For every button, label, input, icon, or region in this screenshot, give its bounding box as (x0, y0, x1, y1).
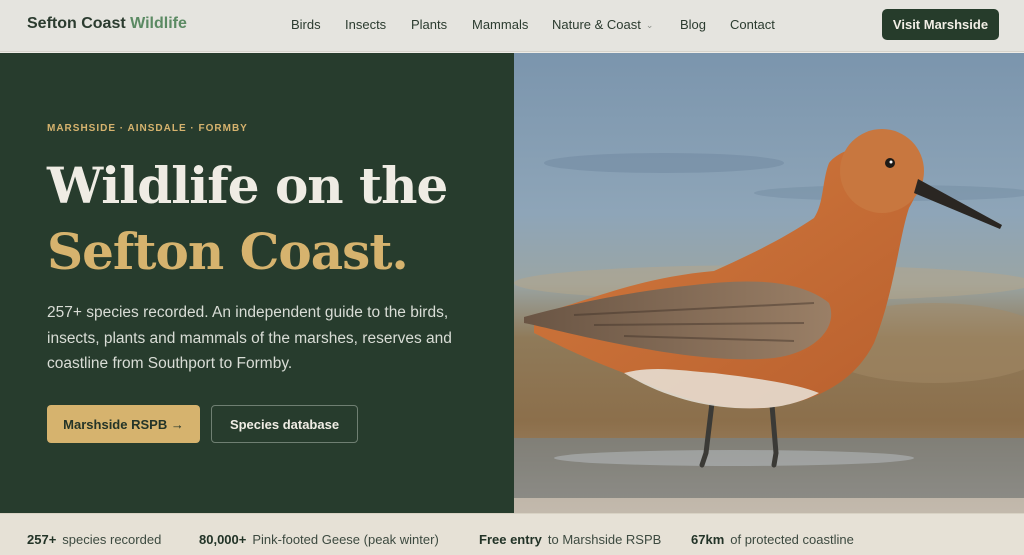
stat-label: species recorded (62, 532, 162, 547)
stat-value: 257+ (27, 532, 57, 547)
nav-birds[interactable]: Birds (291, 17, 321, 32)
stats-bar: 257+ species recorded 80,000+ Pink-footed … (0, 513, 1024, 555)
marshside-rspb-button[interactable]: Marshside RSPB → (47, 405, 200, 443)
headline-line-1: Wildlife on the (47, 156, 448, 215)
stat-label: to Marshside RSPB (547, 532, 662, 547)
stat-value: 80,000+ (199, 532, 247, 547)
nav-nature-coast-label: Nature & Coast (552, 17, 641, 32)
stat-value: Free entry (479, 532, 542, 547)
site-header: Sefton Coast Wildlife Birds Insects Plan… (0, 0, 1024, 52)
visit-marshside-button[interactable]: Visit Marshside (882, 9, 999, 40)
stat-coastline: 67km of protected coastline (691, 532, 854, 547)
chevron-down-icon: ⌄ (645, 20, 654, 30)
hero-image (514, 53, 1024, 513)
nav-nature-coast[interactable]: Nature & Coast ⌄ (552, 17, 653, 32)
knot-bird-photo (514, 53, 1024, 513)
nav-blog[interactable]: Blog (680, 17, 706, 32)
hero-description: 257+ species recorded. An independent gu… (47, 304, 452, 372)
headline-line-2: Sefton Coast. (47, 222, 409, 281)
nav-contact[interactable]: Contact (730, 17, 775, 32)
brand-name: Sefton Coast (27, 15, 126, 32)
stat-entry: Free entry to Marshside RSPB (479, 532, 661, 547)
stat-species: 257+ species recorded (27, 532, 161, 547)
stat-label: Pink-footed Geese (peak winter) (252, 532, 439, 547)
brand-accent: Wildlife (130, 15, 187, 32)
stat-geese: 80,000+ Pink-footed Geese (peak winter) (199, 532, 439, 547)
hero-panel: MARSHSIDE · AINSDALE · FORMBY Wildlife o… (0, 53, 514, 513)
hero-eyebrow: MARSHSIDE · AINSDALE · FORMBY (47, 123, 248, 134)
site-logo[interactable]: Sefton Coast Wildlife (27, 15, 187, 33)
nav-insects[interactable]: Insects (345, 17, 386, 32)
nav-mammals[interactable]: Mammals (472, 17, 528, 32)
nav-plants[interactable]: Plants (411, 17, 447, 32)
hero-headline: Wildlife on the Sefton Coast. (47, 153, 448, 285)
stat-value: 67km (691, 532, 725, 547)
species-database-button[interactable]: Species database (211, 405, 358, 443)
stat-label: of protected coastline (730, 532, 854, 547)
